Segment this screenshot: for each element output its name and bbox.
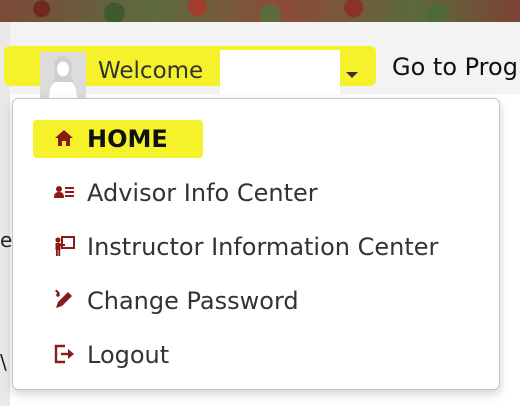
user-dropdown-menu: HOME Advisor Info Center Instructor Info… bbox=[12, 98, 500, 390]
advisor-icon bbox=[53, 181, 75, 203]
avatar bbox=[40, 52, 86, 98]
menu-item-label: Change Password bbox=[87, 287, 299, 315]
partial-text-glyph: e bbox=[0, 228, 13, 252]
key-pencil-icon bbox=[53, 289, 75, 311]
header-banner-image bbox=[0, 0, 520, 22]
logout-icon bbox=[53, 343, 75, 365]
menu-item-label: Logout bbox=[87, 341, 170, 369]
username-redacted bbox=[220, 50, 340, 96]
menu-item-logout[interactable]: Logout bbox=[13, 330, 499, 380]
partial-text-glyph: \ bbox=[0, 350, 7, 374]
goto-link[interactable]: Go to Prog bbox=[392, 52, 518, 82]
menu-item-change-password[interactable]: Change Password bbox=[13, 276, 499, 326]
menu-item-advisor-info-center[interactable]: Advisor Info Center bbox=[13, 168, 499, 218]
home-icon bbox=[53, 127, 75, 149]
menu-item-label: Advisor Info Center bbox=[87, 179, 318, 207]
menu-item-home[interactable]: HOME bbox=[13, 114, 499, 164]
instructor-icon bbox=[53, 235, 75, 257]
welcome-text: Welcome bbox=[98, 58, 204, 84]
chevron-down-icon[interactable] bbox=[346, 72, 358, 78]
menu-item-instructor-information-center[interactable]: Instructor Information Center bbox=[13, 222, 499, 272]
menu-item-label: HOME bbox=[87, 125, 168, 153]
menu-item-label: Instructor Information Center bbox=[87, 233, 439, 261]
user-silhouette-icon bbox=[49, 56, 77, 98]
